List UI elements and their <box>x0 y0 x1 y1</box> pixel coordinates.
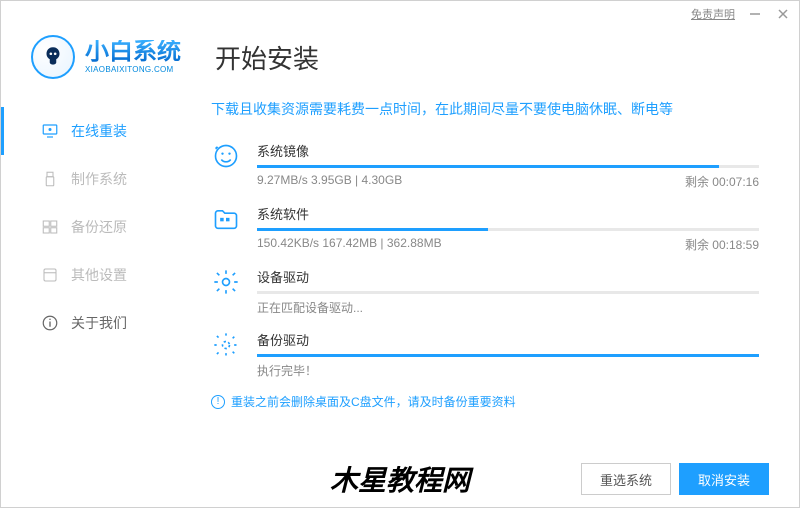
image-face-icon <box>211 141 241 171</box>
sidebar-item-settings[interactable]: 其他设置 <box>1 251 161 299</box>
progress-bar <box>257 354 759 357</box>
sidebar-item-reinstall[interactable]: 在线重装 <box>1 107 161 155</box>
settings-icon <box>41 266 59 284</box>
page-title: 开始安装 <box>215 39 319 76</box>
sidebar-label: 备份还原 <box>71 217 127 237</box>
monitor-icon <box>41 122 59 140</box>
app-logo <box>31 35 75 79</box>
main-content: 下载且收集资源需要耗费一点时间，在此期间尽量不要使电脑休眠、断电等 系统镜像 9… <box>161 87 799 451</box>
task-detail: 正在匹配设备驱动... <box>257 299 363 316</box>
task-title: 系统镜像 <box>257 141 759 160</box>
gear-icon <box>211 267 241 297</box>
install-notice: 下载且收集资源需要耗费一点时间，在此期间尽量不要使电脑休眠、断电等 <box>211 99 759 119</box>
reselect-system-button[interactable]: 重选系统 <box>581 463 671 495</box>
sidebar: 在线重装 制作系统 备份还原 其他设置 关于我们 <box>1 87 161 451</box>
sidebar-label: 其他设置 <box>71 265 127 285</box>
task-title: 系统软件 <box>257 204 759 223</box>
warning-row: ! 重装之前会删除桌面及C盘文件，请及时备份重要资料 <box>211 393 759 410</box>
disclaimer-link[interactable]: 免责声明 <box>691 6 735 22</box>
progress-bar <box>257 291 759 294</box>
minimize-button[interactable] <box>747 6 763 22</box>
info-icon <box>41 314 59 332</box>
brand: 小白系统 XIAOBAIXITONG.COM <box>85 40 181 74</box>
usb-icon <box>41 170 59 188</box>
sidebar-item-about[interactable]: 关于我们 <box>1 299 161 347</box>
sidebar-label: 制作系统 <box>71 169 127 189</box>
warning-text: 重装之前会删除桌面及C盘文件，请及时备份重要资料 <box>231 393 516 410</box>
gear-dashed-icon <box>211 330 241 360</box>
task-backup-driver: 备份驱动 执行完毕！ <box>211 330 759 379</box>
task-device-driver: 设备驱动 正在匹配设备驱动... <box>211 267 759 316</box>
task-detail: 执行完毕！ <box>257 362 317 379</box>
task-title: 设备驱动 <box>257 267 759 286</box>
task-detail: 9.27MB/s 3.95GB | 4.30GB <box>257 173 402 190</box>
watermark-text: 木星教程网 <box>330 459 470 499</box>
sidebar-label: 关于我们 <box>71 313 127 333</box>
task-system-software: 系统软件 150.42KB/s 167.42MB | 362.88MB 剩余 00… <box>211 204 759 253</box>
backup-icon <box>41 218 59 236</box>
task-remain: 剩余 00:07:16 <box>685 173 759 190</box>
task-detail: 150.42KB/s 167.42MB | 362.88MB <box>257 236 442 253</box>
task-system-image: 系统镜像 9.27MB/s 3.95GB | 4.30GB 剩余 00:07:16 <box>211 141 759 190</box>
progress-bar <box>257 228 759 231</box>
task-title: 备份驱动 <box>257 330 759 349</box>
brand-name-cn: 小白系统 <box>85 40 181 64</box>
close-button[interactable] <box>775 6 791 22</box>
brand-name-en: XIAOBAIXITONG.COM <box>85 66 181 74</box>
sidebar-item-backup[interactable]: 备份还原 <box>1 203 161 251</box>
cancel-install-button[interactable]: 取消安装 <box>679 463 769 495</box>
task-remain: 剩余 00:18:59 <box>685 236 759 253</box>
sidebar-label: 在线重装 <box>71 121 127 141</box>
folder-apps-icon <box>211 204 241 234</box>
progress-bar <box>257 165 759 168</box>
warning-icon: ! <box>211 395 225 409</box>
sidebar-item-make[interactable]: 制作系统 <box>1 155 161 203</box>
